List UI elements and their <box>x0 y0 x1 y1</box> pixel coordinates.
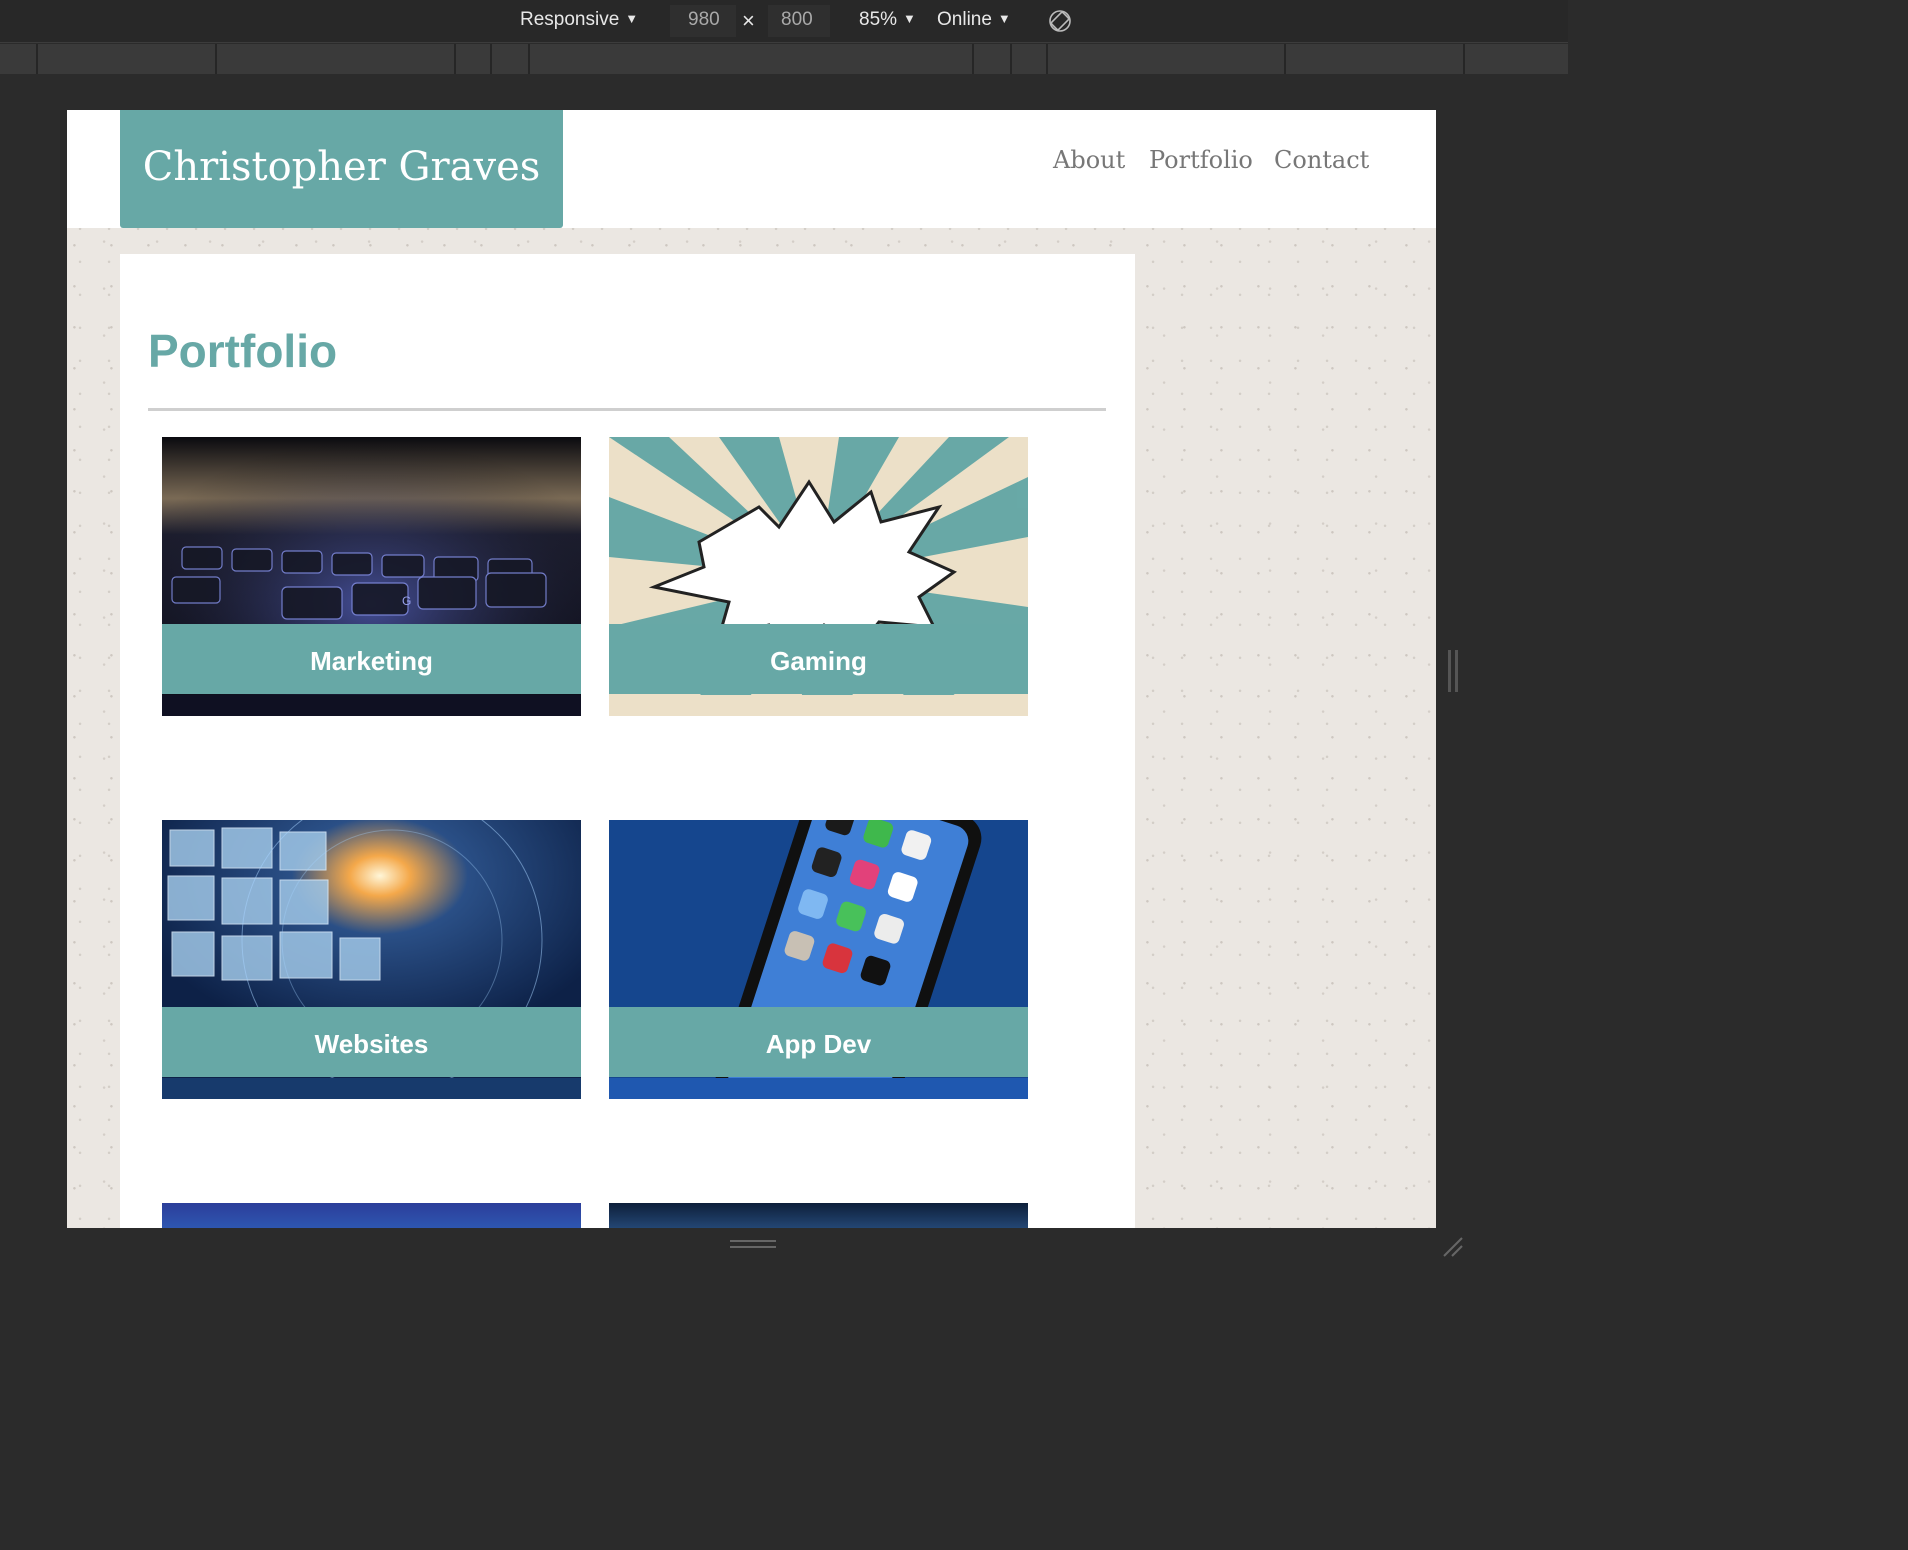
device-toolbar: Responsive ▼ 980 × 800 85% ▼ Online ▼ <box>0 0 1568 43</box>
tile-label: App Dev <box>609 1007 1028 1077</box>
nav-contact[interactable]: Contact <box>1274 146 1369 174</box>
brand-logo[interactable]: Christopher Graves <box>120 110 563 228</box>
page-title: Portfolio <box>148 325 338 377</box>
svg-text:G: G <box>402 594 411 608</box>
caret-down-icon: ▼ <box>903 11 916 26</box>
resize-corner-icon[interactable] <box>1440 1234 1464 1258</box>
nav-about[interactable]: About <box>1053 146 1125 174</box>
divider <box>148 408 1106 411</box>
rotate-icon[interactable] <box>1048 9 1072 33</box>
tile-label: Marketing <box>162 624 581 694</box>
resize-handle-right[interactable] <box>1448 650 1458 692</box>
device-mode-label: Responsive <box>520 9 620 30</box>
portfolio-tile-partial[interactable] <box>162 1203 581 1228</box>
caret-down-icon: ▼ <box>625 11 639 26</box>
content-card: Portfolio G Marketing Gaming Websites Ap… <box>120 254 1135 1228</box>
caret-down-icon: ▼ <box>997 11 1011 26</box>
device-mode-dropdown[interactable]: Responsive ▼ <box>520 9 638 31</box>
throttle-label: Online <box>937 9 992 30</box>
width-input[interactable]: 980 <box>688 9 720 31</box>
portfolio-tile-websites[interactable]: Websites <box>162 820 581 1099</box>
nav-portfolio[interactable]: Portfolio <box>1149 146 1253 174</box>
portfolio-tile-partial[interactable] <box>609 1203 1028 1228</box>
emulated-viewport: Christopher Graves About Portfolio Conta… <box>67 110 1436 1228</box>
throttle-dropdown[interactable]: Online ▼ <box>937 9 1011 31</box>
portfolio-tile-app-dev[interactable]: App Dev <box>609 820 1028 1099</box>
resize-handle-bottom[interactable] <box>730 1240 776 1252</box>
height-input[interactable]: 800 <box>781 9 813 31</box>
zoom-label: 85% <box>859 9 898 30</box>
site-header: Christopher Graves About Portfolio Conta… <box>67 110 1436 228</box>
tile-label: Websites <box>162 1007 581 1077</box>
zoom-dropdown[interactable]: 85% ▼ <box>859 9 916 31</box>
media-query-bar[interactable] <box>0 44 1568 74</box>
brand-name: Christopher Graves <box>142 144 541 190</box>
times-icon: × <box>742 8 755 33</box>
portfolio-tile-gaming[interactable]: Gaming <box>609 437 1028 716</box>
tile-label: Gaming <box>609 624 1028 694</box>
portfolio-tile-marketing[interactable]: G Marketing <box>162 437 581 716</box>
